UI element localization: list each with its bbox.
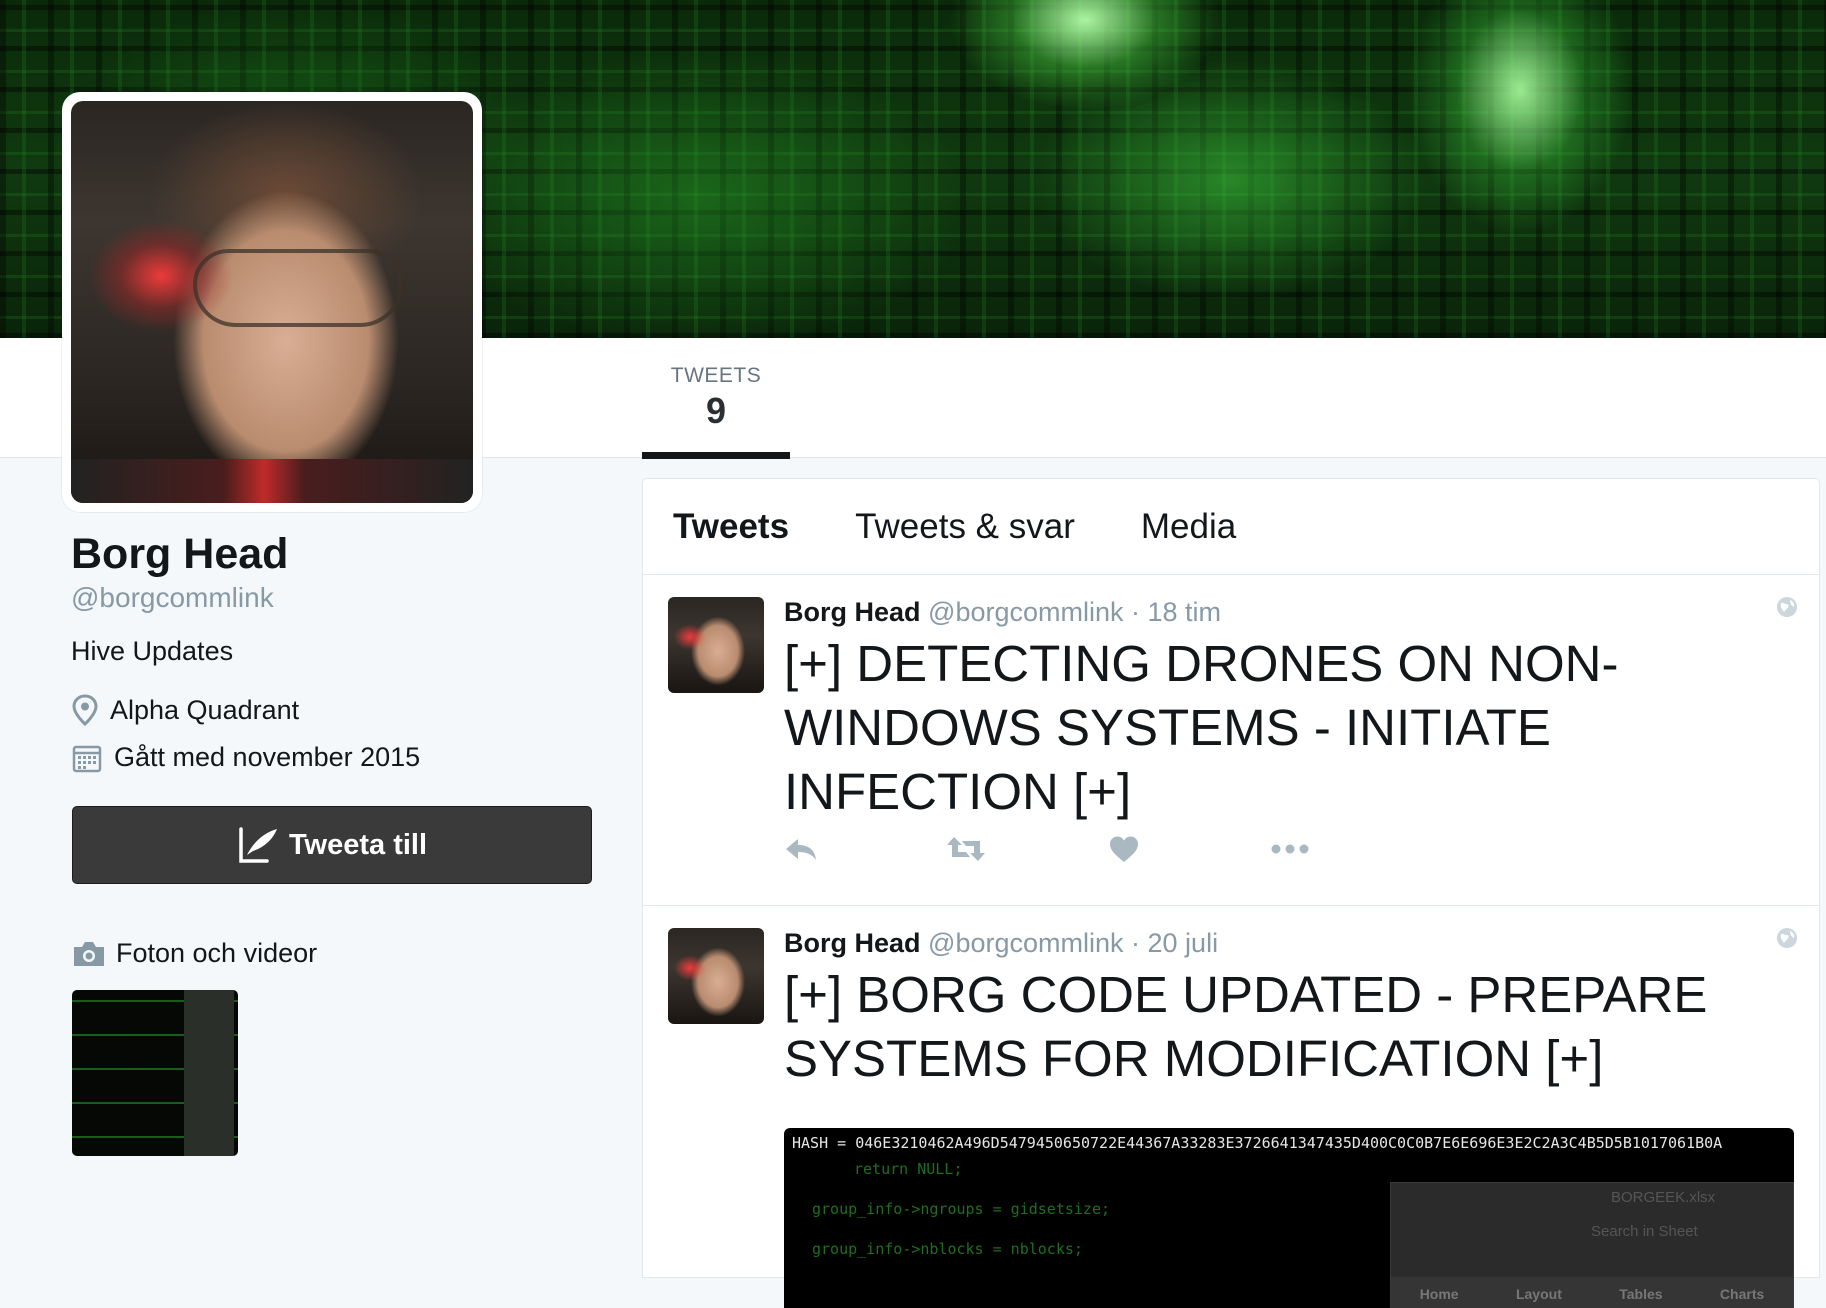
timeline: Tweets Tweets & svar Media Borg Head @bo… bbox=[642, 478, 1820, 1308]
media-code-line: return NULL; bbox=[854, 1160, 963, 1178]
tweet-handle[interactable]: @borgcommlink bbox=[928, 597, 1123, 627]
compose-feather-icon bbox=[239, 827, 277, 863]
profile-location: Alpha Quadrant bbox=[72, 694, 299, 726]
photos-videos-label: Foton och videor bbox=[116, 938, 318, 968]
tweet[interactable]: Borg Head @borgcommlink · 20 juli [+] BO… bbox=[643, 906, 1819, 1308]
tweet-text: [+] BORG CODE UPDATED - PREPARE SYSTEMS … bbox=[784, 966, 1708, 1087]
media-panel-tab: Charts bbox=[1719, 1286, 1765, 1302]
tweet-avatar[interactable] bbox=[668, 928, 764, 1024]
reply-icon bbox=[786, 839, 816, 860]
tab-tweets[interactable]: Tweets bbox=[673, 507, 789, 547]
location-pin-icon bbox=[72, 694, 98, 726]
tweet-avatar[interactable] bbox=[668, 597, 764, 693]
like-icon bbox=[1110, 836, 1138, 862]
media-hash-line: HASH = 046E3210462A496D5479450650722E443… bbox=[792, 1134, 1723, 1152]
retweet-icon bbox=[947, 837, 985, 861]
media-panel-tab: Layout bbox=[1515, 1286, 1562, 1302]
tweet-handle[interactable]: @borgcommlink bbox=[928, 928, 1123, 958]
tweet-text: [+] DETECTING DRONES ON NON-WINDOWS SYST… bbox=[784, 635, 1619, 820]
timeline-tabs: Tweets Tweets & svar Media bbox=[643, 479, 1819, 575]
tab-tweets-and-replies[interactable]: Tweets & svar bbox=[855, 507, 1075, 547]
tweet-to-label: Tweeta till bbox=[288, 828, 428, 861]
camera-icon bbox=[74, 941, 104, 966]
tweet-to-button[interactable]: Tweeta till bbox=[72, 806, 592, 884]
media-thumbnail[interactable] bbox=[72, 990, 238, 1156]
retweet-button[interactable] bbox=[946, 835, 1108, 863]
media-spreadsheet-window: BORGEEK.xlsx Search in Sheet Home Layout… bbox=[1390, 1182, 1794, 1308]
more-icon bbox=[1271, 844, 1309, 854]
photos-videos-header[interactable]: Foton och videor bbox=[72, 938, 317, 969]
media-code-line: group_info->nblocks = nblocks; bbox=[812, 1240, 1083, 1258]
avatar-console-bar bbox=[71, 459, 473, 503]
media-panel-title: BORGEEK.xlsx bbox=[1611, 1189, 1716, 1206]
media-panel-search: Search in Sheet bbox=[1591, 1223, 1698, 1240]
avatar-glasses bbox=[193, 249, 403, 327]
tweet-actions bbox=[784, 835, 1432, 863]
globe-icon bbox=[1777, 928, 1797, 948]
profile-avatar[interactable] bbox=[62, 92, 482, 512]
reply-button[interactable] bbox=[784, 835, 946, 863]
joined-text: Gått med november 2015 bbox=[114, 742, 421, 772]
tweet-header: Borg Head @borgcommlink · 18 tim bbox=[784, 597, 1789, 628]
media-panel-tabs: Home Layout Tables Charts bbox=[1391, 1277, 1793, 1308]
tweets-stat-value: 9 bbox=[705, 390, 727, 431]
profile-joined: Gått med november 2015 bbox=[72, 742, 420, 773]
tweets-stat-label: TWEETS bbox=[670, 364, 762, 387]
avatar-image bbox=[71, 101, 473, 503]
tweet[interactable]: Borg Head @borgcommlink · 18 tim [+] DET… bbox=[643, 575, 1819, 906]
active-tab-indicator bbox=[642, 452, 790, 459]
tweet-time[interactable]: · 18 tim bbox=[1131, 597, 1221, 627]
tweet-time[interactable]: · 20 juli bbox=[1131, 928, 1218, 958]
media-panel-tab: Home bbox=[1419, 1286, 1459, 1302]
tweet-author[interactable]: Borg Head bbox=[784, 597, 921, 627]
calendar-icon bbox=[72, 745, 102, 772]
like-button[interactable] bbox=[1108, 835, 1270, 863]
tweets-stat-tab[interactable]: TWEETS 9 bbox=[642, 338, 790, 459]
media-panel-tab: Tables bbox=[1619, 1286, 1663, 1302]
tab-media[interactable]: Media bbox=[1141, 507, 1236, 547]
profile-handle[interactable]: @borgcommlink bbox=[71, 582, 274, 614]
tweet-header: Borg Head @borgcommlink · 20 juli bbox=[784, 928, 1789, 959]
tweet-author[interactable]: Borg Head bbox=[784, 928, 921, 958]
profile-bio: Hive Updates bbox=[71, 636, 234, 666]
more-button[interactable] bbox=[1270, 843, 1432, 855]
globe-icon bbox=[1777, 597, 1797, 617]
tweet-media-image[interactable]: HASH = 046E3210462A496D5479450650722E443… bbox=[784, 1128, 1794, 1308]
location-text: Alpha Quadrant bbox=[110, 694, 300, 725]
profile-name[interactable]: Borg Head bbox=[71, 530, 288, 579]
media-code-line: group_info->ngroups = gidsetsize; bbox=[812, 1200, 1111, 1218]
